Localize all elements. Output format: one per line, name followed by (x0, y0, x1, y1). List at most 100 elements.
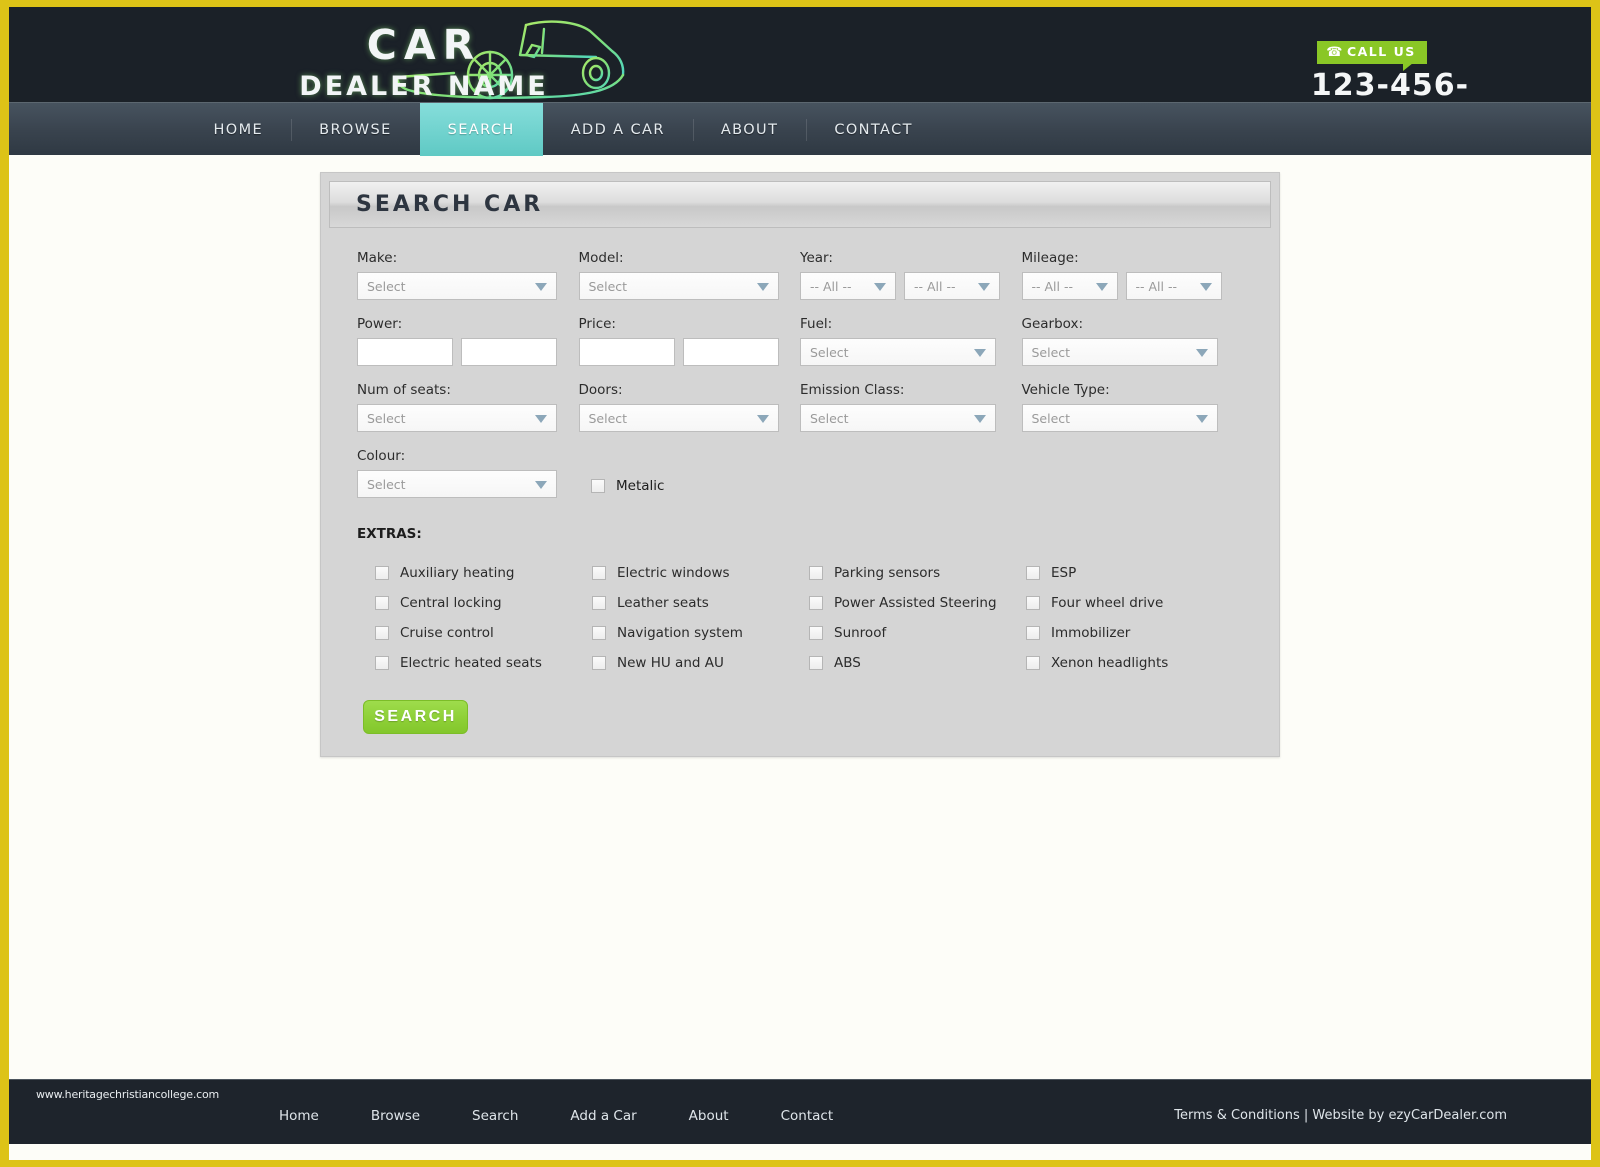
doors-select[interactable]: Select (578, 404, 779, 432)
field-group-colour: Colour: Select (357, 448, 591, 498)
extra-abs[interactable]: ABS (809, 648, 1026, 678)
checkbox[interactable] (592, 596, 606, 610)
power-input-1[interactable] (357, 338, 453, 366)
fuel-select[interactable]: Select (800, 338, 996, 366)
year-select-value: -- All -- (914, 278, 956, 294)
search-car-panel: SEARCH CAR Make: Select Model: Select Year: -… (320, 172, 1280, 757)
search-button[interactable]: SEARCH (363, 700, 468, 734)
chevron-down-icon (535, 283, 547, 291)
metalic-checkbox[interactable] (591, 478, 605, 493)
checkbox[interactable] (1026, 596, 1040, 610)
extra-navigation-system[interactable]: Navigation system (592, 618, 809, 648)
extra-electric-windows[interactable]: Electric windows (592, 558, 809, 588)
field-group-num-of-seats: Num of seats: Select (357, 382, 579, 432)
extra-parking-sensors[interactable]: Parking sensors (809, 558, 1026, 588)
nav-item-browse[interactable]: BROWSE (291, 103, 420, 156)
call-us-badge[interactable]: ☎ CALL US (1317, 41, 1427, 71)
checkbox[interactable] (592, 566, 606, 580)
form-row-colour: Colour: Select Metalic (357, 448, 1243, 498)
field-group-power: Power: (357, 316, 579, 366)
footer-link-browse[interactable]: Browse (371, 1108, 420, 1124)
extra-label: Immobilizer (1051, 625, 1131, 641)
extra-esp[interactable]: ESP (1026, 558, 1243, 588)
nav-item-about[interactable]: ABOUT (692, 103, 807, 156)
power-input-2[interactable] (461, 338, 557, 366)
extra-label: New HU and AU (617, 655, 724, 671)
field-inputs-doors: Select (578, 404, 801, 432)
extra-leather-seats[interactable]: Leather seats (592, 588, 809, 618)
colour-select[interactable]: Select (357, 470, 557, 498)
field-group-fuel: Fuel: Select (800, 316, 1022, 366)
checkbox[interactable] (1026, 566, 1040, 580)
nav-item-contact[interactable]: CONTACT (806, 103, 941, 156)
extra-central-locking[interactable]: Central locking (375, 588, 592, 618)
chevron-down-icon (978, 283, 990, 291)
vehicle-type-select[interactable]: Select (1021, 404, 1218, 432)
nav-item-add-a-car[interactable]: ADD A CAR (543, 103, 693, 156)
footer-link-add-a-car[interactable]: Add a Car (570, 1108, 636, 1124)
panel-header: SEARCH CAR (329, 181, 1271, 228)
checkbox[interactable] (375, 596, 389, 610)
mileage-select-2[interactable]: -- All -- (1125, 272, 1222, 300)
extra-label: Electric windows (617, 565, 730, 581)
extra-power-assisted-steering[interactable]: Power Assisted Steering (809, 588, 1026, 618)
fuel-select-value: Select (810, 344, 849, 360)
extra-auxiliary-heating[interactable]: Auxiliary heating (375, 558, 592, 588)
extra-label: ABS (834, 655, 861, 671)
checkbox[interactable] (592, 656, 606, 670)
footer-link-about[interactable]: About (689, 1108, 729, 1124)
checkbox[interactable] (592, 626, 606, 640)
field-group-price: Price: (578, 316, 801, 366)
field-group-make: Make: Select (357, 250, 579, 300)
checkbox[interactable] (375, 656, 389, 670)
field-inputs-colour: Select (357, 470, 591, 498)
checkbox[interactable] (809, 626, 823, 640)
nav-item-search[interactable]: SEARCH (419, 103, 543, 156)
emission-class-select[interactable]: Select (800, 404, 996, 432)
footer-credit[interactable]: Terms & Conditions | Website by ezyCarDe… (1174, 1108, 1507, 1123)
extra-new-hu-and-au[interactable]: New HU and AU (592, 648, 809, 678)
field-label-gearbox: Gearbox: (1021, 316, 1084, 332)
extra-label: Xenon headlights (1051, 655, 1169, 671)
price-input-2[interactable] (682, 338, 779, 366)
checkbox[interactable] (809, 656, 823, 670)
watermark-text: www.heritagechristiancollege.com (36, 1088, 220, 1101)
field-inputs-vehicle-type: Select (1021, 404, 1244, 432)
extra-label: Power Assisted Steering (834, 595, 997, 611)
checkbox[interactable] (375, 566, 389, 580)
mileage-select-value: -- All -- (1031, 278, 1074, 294)
model-select[interactable]: Select (578, 272, 779, 300)
checkbox[interactable] (809, 566, 823, 580)
extra-sunroof[interactable]: Sunroof (809, 618, 1026, 648)
checkbox[interactable] (1026, 656, 1040, 670)
checkbox[interactable] (1026, 626, 1040, 640)
year-select-2[interactable]: -- All -- (904, 272, 1000, 300)
extra-immobilizer[interactable]: Immobilizer (1026, 618, 1243, 648)
gearbox-select[interactable]: Select (1021, 338, 1218, 366)
mileage-select-1[interactable]: -- All -- (1021, 272, 1118, 300)
call-us-label: CALL US (1346, 44, 1416, 59)
extra-four-wheel-drive[interactable]: Four wheel drive (1026, 588, 1243, 618)
field-inputs-num-of-seats: Select (357, 404, 579, 432)
nav-item-home[interactable]: HOME (186, 103, 292, 156)
field-inputs-power (357, 338, 579, 366)
extra-label: Electric heated seats (400, 655, 542, 671)
extra-label: Leather seats (617, 595, 709, 611)
checkbox[interactable] (809, 596, 823, 610)
metalic-checkbox-group[interactable]: Metalic (591, 448, 825, 498)
make-select[interactable]: Select (357, 272, 557, 300)
extra-electric-heated-seats[interactable]: Electric heated seats (375, 648, 592, 678)
year-select-1[interactable]: -- All -- (800, 272, 896, 300)
chevron-down-icon (874, 283, 886, 291)
extra-cruise-control[interactable]: Cruise control (375, 618, 592, 648)
checkbox[interactable] (375, 626, 389, 640)
chevron-down-icon (756, 415, 769, 423)
price-input-1[interactable] (578, 338, 675, 366)
site-logo[interactable]: CAR DEALER NAME (294, 11, 639, 101)
footer-link-search[interactable]: Search (472, 1108, 518, 1124)
num-of-seats-select[interactable]: Select (357, 404, 557, 432)
footer-link-home[interactable]: Home (279, 1108, 319, 1124)
extra-xenon-headlights[interactable]: Xenon headlights (1026, 648, 1243, 678)
footer-link-contact[interactable]: Contact (781, 1108, 834, 1124)
form-row-1: Make: Select Model: Select Year: -- All -- -- … (357, 250, 1243, 300)
